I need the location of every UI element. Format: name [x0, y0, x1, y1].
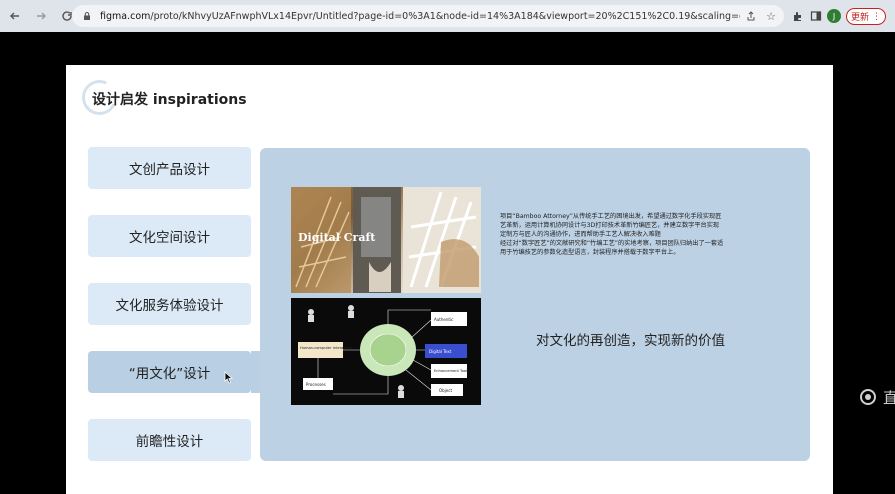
url-path: /proto/kNhvyUzAFnwphVLx14Epvr/Untitled?p…	[150, 10, 740, 22]
menu-item-label: 前瞻性设计	[135, 434, 204, 450]
diagram-label-hci: Human-computer Interaction	[300, 346, 352, 350]
browser-toolbar: figma.com/proto/kNhvyUzAFnwphVLx14Epvr/U…	[0, 0, 895, 32]
menu-item-label: 文创产品设计	[129, 162, 210, 178]
diagram-label-authentic: Authentic	[434, 317, 453, 322]
side-overlay-text: 直	[883, 389, 895, 407]
address-bar[interactable]: figma.com/proto/kNhvyUzAFnwphVLx14Epvr/U…	[72, 5, 784, 27]
diagram-label-object: Object	[439, 388, 452, 393]
description-line: 用于竹编技艺的参数化造型语言，封装程序并搭载于数字平台上。	[500, 248, 680, 256]
description-line: 项目“Bamboo Attorney”从传统手工艺的困境出发，希望通过数字化手段…	[500, 213, 722, 220]
radio-icon[interactable]	[860, 389, 876, 405]
url-text[interactable]: figma.com/proto/kNhvyUzAFnwphVLx14Epvr/U…	[100, 11, 740, 22]
diagram-label-processes: Processes	[306, 382, 326, 387]
image-caption: Digital Craft	[298, 231, 376, 244]
extensions-icon[interactable]	[790, 8, 806, 24]
framework-diagram-image: Human-computer Interaction Digital Text …	[291, 298, 481, 405]
content-panel: Digital Craft Human-computer Interaction…	[260, 148, 810, 461]
url-host: figma.com	[100, 10, 151, 22]
update-button[interactable]: 更新 ⋮	[846, 8, 886, 25]
menu-item-forward-looking[interactable]: 前瞻性设计	[88, 419, 251, 461]
description-line: 经过对“数字匠艺”的文献研究和“竹编工艺”的实地考察，项目团队归纳出了一套适	[500, 239, 724, 247]
digital-craft-image: Digital Craft	[291, 187, 481, 293]
tagline: 对文化的再创造，实现新的价值	[536, 333, 725, 349]
avatar[interactable]: J	[827, 9, 841, 23]
project-description: 项目“Bamboo Attorney”从传统手工艺的困境出发，希望通过数字化手段…	[500, 213, 790, 258]
description-line: 定制方与匠人的沟通协作，进而帮助手工艺人解决收入难题	[500, 230, 661, 238]
menu-item-cultural-space[interactable]: 文化空间设计	[88, 215, 251, 257]
menu-item-label: “用文化”设计	[128, 366, 211, 382]
share-icon[interactable]	[744, 9, 758, 23]
bookmark-star-icon[interactable]: ☆	[764, 9, 778, 23]
diagram-label-enhancement: Enhancement Tools	[434, 369, 469, 373]
sidebar-icon[interactable]	[808, 8, 824, 24]
menu-item-label: 文化服务体验设计	[115, 298, 224, 314]
lock-icon[interactable]	[80, 9, 94, 23]
update-label: 更新	[851, 13, 870, 23]
more-icon[interactable]: ⋮	[872, 12, 881, 22]
prototype-slide: 设计启发 inspirations 文创产品设计 文化空间设计 文化服务体验设计…	[66, 65, 833, 494]
description-line: 艺革新，运用计算机协同设计与3D打印技术革新竹编匠艺，并建立数字平台实现	[500, 221, 720, 229]
menu-item-label: 文化空间设计	[129, 230, 210, 246]
forward-icon[interactable]	[30, 5, 52, 27]
back-icon[interactable]	[4, 5, 26, 27]
diagram-label-digital-text: Digital Text	[429, 349, 452, 354]
menu-item-cultural-product[interactable]: 文创产品设计	[88, 147, 251, 189]
page-title: 设计启发 inspirations	[92, 92, 247, 108]
menu-item-cultural-service[interactable]: 文化服务体验设计	[88, 283, 251, 325]
mouse-cursor-icon	[224, 371, 233, 384]
